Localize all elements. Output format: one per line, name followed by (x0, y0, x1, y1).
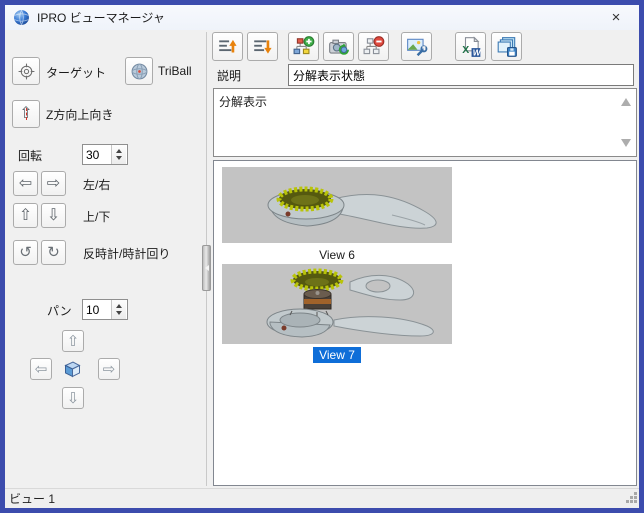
spin-up-icon[interactable] (116, 148, 122, 153)
view-list: View 6 View 7 (213, 160, 637, 486)
z-up-button[interactable]: ⇧ (12, 100, 40, 128)
svg-text:X: X (462, 45, 469, 56)
ccw-cw-label: 反時計/時計回り (83, 247, 171, 261)
arrow-up-icon: ⇧ (66, 332, 80, 350)
add-view-button[interactable] (288, 32, 319, 61)
rotate-right-button[interactable]: ⇨ (41, 171, 66, 196)
scroll-up-icon[interactable] (621, 98, 631, 106)
add-view-tree-plus-icon (293, 35, 315, 58)
move-up-icon (217, 36, 239, 58)
arrow-up-icon: ⇧ (18, 206, 33, 224)
view-settings-button[interactable] (401, 32, 432, 61)
triball-label: TriBall (158, 64, 192, 78)
up-down-label: 上/下 (83, 210, 111, 224)
pan-left-button[interactable]: ⇦ (30, 358, 52, 380)
rotate-cw-button[interactable]: ↻ (41, 240, 66, 265)
move-view-down-button[interactable] (247, 32, 278, 61)
scroll-down-icon[interactable] (621, 139, 631, 147)
z-up-label: Z方向上向き (46, 108, 114, 122)
description-label: 説明 (217, 69, 242, 83)
globe-app-icon (13, 9, 30, 26)
pan-down-button[interactable]: ⇩ (62, 387, 84, 409)
target-crosshair-icon (17, 62, 36, 81)
ipro-view-manager-window: IPRO ビューマネージャ × ターゲット TriBall ⇧ Z方向上向き 回… (0, 0, 644, 513)
target-label: ターゲット (46, 66, 107, 80)
arrow-right-icon: ⇨ (102, 360, 116, 378)
close-button[interactable]: × (597, 5, 635, 30)
status-text: ビュー 1 (9, 492, 56, 506)
cube-icon (62, 359, 83, 382)
svg-text:W: W (472, 48, 481, 57)
save-view-images-button[interactable] (491, 32, 522, 61)
move-down-icon (252, 36, 274, 58)
rotate-ccw-icon: ↺ (19, 244, 32, 261)
camera-refresh-icon (328, 36, 350, 58)
pan-stepper (82, 299, 128, 320)
exploded-pump-model (266, 268, 434, 338)
resize-grip[interactable] (624, 490, 638, 507)
status-bar: ビュー 1 (5, 488, 639, 508)
target-button[interactable] (12, 57, 40, 85)
arrow-right-icon: ⇨ (46, 174, 61, 192)
comment-box[interactable]: 分解表示 (213, 88, 637, 157)
rotate-ccw-button[interactable]: ↺ (13, 240, 38, 265)
rotate-cw-icon: ↻ (47, 244, 60, 261)
rotate-left-button[interactable]: ⇦ (13, 171, 38, 196)
arrow-down-icon: ⇩ (66, 389, 80, 407)
rotation-input[interactable] (83, 145, 111, 164)
rotation-spin-buttons[interactable] (111, 145, 126, 164)
rotation-stepper (82, 144, 128, 165)
title-bar: IPRO ビューマネージャ × (5, 5, 639, 30)
excel-word-export-icon: X W (460, 35, 482, 58)
view-6-label[interactable]: View 6 (222, 247, 452, 263)
description-input[interactable] (288, 64, 634, 86)
triball-button[interactable] (125, 57, 153, 85)
assembled-pump-model (267, 186, 437, 229)
view-7-label[interactable]: View 7 (222, 347, 452, 363)
pan-spin-buttons[interactable] (111, 300, 126, 319)
rotation-label: 回転 (18, 149, 43, 163)
pan-up-button[interactable]: ⇧ (62, 330, 84, 352)
arrow-left-icon: ⇦ (18, 174, 33, 192)
z-up-arrow-icon: ⇧ (19, 105, 33, 122)
delete-view-button[interactable] (358, 32, 389, 61)
comment-text: 分解表示 (219, 95, 268, 109)
update-view-button[interactable] (323, 32, 354, 61)
images-save-icon (496, 36, 518, 58)
pan-label: パン (47, 304, 72, 318)
spin-down-icon[interactable] (116, 156, 122, 161)
collapse-left-icon (204, 265, 209, 271)
triball-sphere-icon (130, 62, 149, 81)
spin-up-icon[interactable] (116, 303, 122, 308)
export-office-button[interactable]: X W (455, 32, 486, 61)
pan-input[interactable] (83, 300, 111, 319)
spin-down-icon[interactable] (116, 311, 122, 316)
z-axis-dashed-line (26, 108, 27, 120)
arrow-left-icon: ⇦ (34, 360, 48, 378)
image-wrench-icon (406, 36, 428, 58)
view-6-thumbnail[interactable] (222, 167, 452, 243)
rotate-down-button[interactable]: ⇩ (41, 203, 66, 228)
arrow-down-icon: ⇩ (46, 206, 61, 224)
rotate-up-button[interactable]: ⇧ (13, 203, 38, 228)
window-title: IPRO ビューマネージャ (37, 11, 165, 25)
splitter-collapse-handle[interactable] (202, 245, 211, 291)
pan-right-button[interactable]: ⇨ (98, 358, 120, 380)
delete-view-tree-minus-icon (363, 35, 385, 58)
view-7-thumbnail[interactable] (222, 264, 452, 344)
left-right-label: 左/右 (83, 178, 111, 192)
move-view-up-button[interactable] (212, 32, 243, 61)
